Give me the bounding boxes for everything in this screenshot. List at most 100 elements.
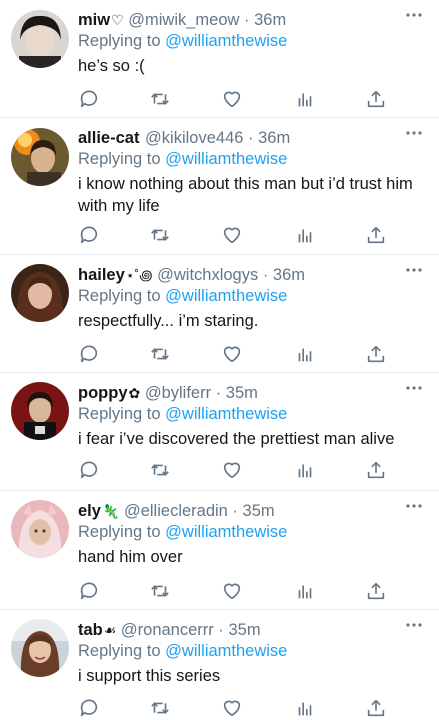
action-bar: [78, 224, 398, 246]
heart-icon[interactable]: [221, 580, 243, 602]
handle[interactable]: @miwik_meow: [128, 11, 239, 29]
share-icon[interactable]: [365, 88, 387, 110]
name-emoji: ☙: [103, 622, 117, 638]
share-icon[interactable]: [365, 224, 387, 246]
reply-feed: miw♡ @miwik_meow · 36m Replying to @will…: [0, 0, 439, 720]
name-emoji: 🦎: [101, 503, 120, 519]
share-icon[interactable]: [365, 697, 387, 719]
mention-link[interactable]: @williamthewise: [165, 405, 287, 423]
heart-icon[interactable]: [221, 459, 243, 481]
display-name[interactable]: allie-cat: [78, 129, 139, 147]
handle[interactable]: @witchxlogys: [157, 266, 258, 284]
replying-to: Replying to @williamthewise: [78, 641, 287, 661]
timestamp[interactable]: 36m: [273, 266, 305, 284]
share-icon[interactable]: [365, 343, 387, 365]
reply-icon[interactable]: [78, 697, 100, 719]
heart-icon[interactable]: [221, 88, 243, 110]
more-icon[interactable]: [404, 8, 424, 22]
separator: ·: [215, 384, 222, 402]
heart-icon[interactable]: [221, 224, 243, 246]
tweet[interactable]: ely🦎 @elliecleradin · 35m Replying to @w…: [0, 491, 439, 610]
tweet[interactable]: tab☙ @ronancerrr · 35m Replying to @will…: [0, 610, 439, 720]
avatar[interactable]: [11, 10, 69, 68]
analytics-icon[interactable]: [294, 224, 316, 246]
avatar[interactable]: [11, 619, 69, 677]
replying-to-label: Replying to: [78, 32, 161, 50]
reply-icon[interactable]: [78, 88, 100, 110]
retweet-icon[interactable]: [149, 580, 171, 602]
tweet[interactable]: miw♡ @miwik_meow · 36m Replying to @will…: [0, 0, 439, 118]
analytics-icon[interactable]: [294, 343, 316, 365]
separator: ·: [244, 11, 250, 29]
mention-link[interactable]: @williamthewise: [165, 642, 287, 660]
retweet-icon[interactable]: [149, 224, 171, 246]
mention-link[interactable]: @williamthewise: [165, 150, 287, 168]
display-name[interactable]: miw: [78, 11, 110, 29]
heart-icon[interactable]: [221, 343, 243, 365]
replying-to-label: Replying to: [78, 642, 161, 660]
mention-link[interactable]: @williamthewise: [165, 32, 287, 50]
name-emoji: ♡: [111, 12, 124, 28]
retweet-icon[interactable]: [149, 697, 171, 719]
retweet-icon[interactable]: [149, 88, 171, 110]
mention-link[interactable]: @williamthewise: [165, 287, 287, 305]
replying-to: Replying to @williamthewise: [78, 149, 287, 169]
share-icon[interactable]: [365, 459, 387, 481]
timestamp[interactable]: 35m: [243, 502, 275, 520]
tweet-text: i support this series: [78, 667, 221, 685]
tweet-text: respectfully... i’m staring.: [78, 312, 259, 330]
name-emoji: ✿: [128, 385, 141, 401]
retweet-icon[interactable]: [149, 343, 171, 365]
display-name[interactable]: hailey: [78, 266, 125, 284]
separator: ·: [218, 621, 224, 639]
timestamp[interactable]: 36m: [254, 11, 286, 29]
timestamp[interactable]: 36m: [258, 129, 290, 147]
reply-icon[interactable]: [78, 459, 100, 481]
handle[interactable]: @ronancerrr: [121, 621, 214, 639]
timestamp[interactable]: 35m: [226, 384, 258, 402]
tweet[interactable]: hailey⋆˚꩜ @witchxlogys · 36m Replying to…: [0, 255, 439, 373]
reply-icon[interactable]: [78, 580, 100, 602]
tweet-text: i fear i’ve discovered the prettiest man…: [78, 430, 395, 448]
heart-icon[interactable]: [221, 697, 243, 719]
analytics-icon[interactable]: [294, 459, 316, 481]
analytics-icon[interactable]: [294, 697, 316, 719]
tweet-text: i know nothing about this man but i’d tr…: [78, 175, 413, 215]
handle[interactable]: @kikilove446: [145, 129, 243, 147]
handle[interactable]: @byliferr: [145, 384, 211, 402]
retweet-icon[interactable]: [149, 459, 171, 481]
display-name[interactable]: poppy: [78, 384, 128, 402]
timestamp[interactable]: 35m: [228, 621, 260, 639]
replying-to-label: Replying to: [78, 287, 161, 305]
mention-link[interactable]: @williamthewise: [165, 523, 287, 541]
tweet[interactable]: poppy✿ @byliferr · 35m Replying to @will…: [0, 373, 439, 491]
separator: ·: [248, 129, 254, 147]
display-name[interactable]: tab: [78, 621, 103, 639]
more-icon[interactable]: [404, 499, 424, 513]
avatar[interactable]: [11, 500, 69, 558]
more-icon[interactable]: [404, 263, 424, 277]
reply-icon[interactable]: [78, 343, 100, 365]
avatar[interactable]: [11, 264, 69, 322]
avatar[interactable]: [11, 128, 69, 186]
replying-to: Replying to @williamthewise: [78, 522, 287, 542]
replying-to-label: Replying to: [78, 523, 161, 541]
share-icon[interactable]: [365, 580, 387, 602]
display-name[interactable]: ely: [78, 502, 101, 520]
tweet-header: miw♡ @miwik_meow · 36m: [78, 10, 286, 30]
tweet-text: hand him over: [78, 548, 183, 566]
more-icon[interactable]: [404, 381, 424, 395]
replying-to: Replying to @williamthewise: [78, 286, 287, 306]
analytics-icon[interactable]: [294, 580, 316, 602]
analytics-icon[interactable]: [294, 88, 316, 110]
more-icon[interactable]: [404, 126, 424, 140]
more-icon[interactable]: [404, 618, 424, 632]
tweet[interactable]: allie-cat @kikilove446 · 36m Replying to…: [0, 118, 439, 255]
avatar[interactable]: [11, 382, 69, 440]
replying-to: Replying to @williamthewise: [78, 31, 287, 51]
separator: ·: [262, 266, 269, 284]
reply-icon[interactable]: [78, 224, 100, 246]
handle[interactable]: @elliecleradin: [124, 502, 228, 520]
action-bar: [78, 580, 398, 602]
tweet-header: allie-cat @kikilove446 · 36m: [78, 128, 290, 148]
